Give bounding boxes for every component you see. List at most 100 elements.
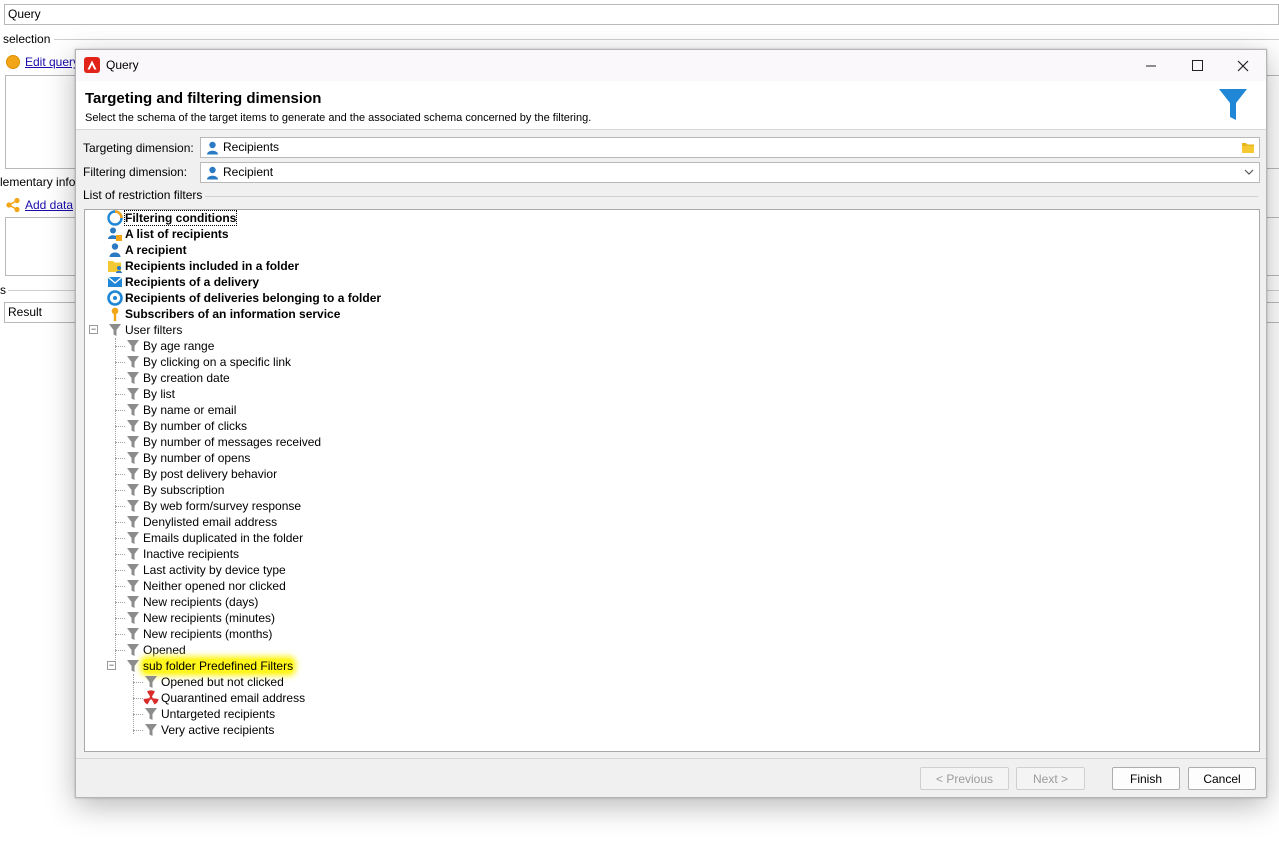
tree-item-user-filter[interactable]: By subscription: [125, 482, 224, 498]
filter-icon: [127, 484, 139, 496]
tree-connector: [115, 474, 125, 475]
tree-item-user-filter[interactable]: By name or email: [125, 402, 236, 418]
collapse-subfolder-toggle[interactable]: −: [107, 661, 116, 670]
finish-button[interactable]: Finish: [1112, 767, 1180, 790]
recipient-icon: [109, 243, 121, 257]
query-box-edge: [1266, 75, 1279, 169]
tree-item-delivery-recipients[interactable]: Recipients of a delivery: [107, 274, 259, 290]
adobe-campaign-icon: [84, 57, 100, 73]
close-icon: [1237, 60, 1249, 71]
filter-icon: [127, 644, 139, 656]
add-data-icon: [6, 197, 20, 213]
filter-icon: [127, 532, 139, 544]
tree-connector: [115, 410, 125, 411]
tree-item-user-filter[interactable]: By age range: [125, 338, 214, 354]
tree-item-service-subscribers[interactable]: Subscribers of an information service: [107, 306, 340, 322]
maximize-icon: [1191, 60, 1203, 71]
targeting-dimension-field[interactable]: Recipients: [200, 137, 1260, 158]
filter-icon: [127, 596, 139, 608]
next-button[interactable]: Next >: [1016, 767, 1085, 790]
cancel-button[interactable]: Cancel: [1188, 767, 1256, 790]
tree-item-user-filter[interactable]: New recipients (months): [125, 626, 272, 642]
minimize-button[interactable]: [1128, 50, 1174, 81]
tree-item-user-filter[interactable]: By web form/survey response: [125, 498, 301, 514]
tree-folder-predefined-filters[interactable]: sub folder Predefined Filters: [125, 658, 294, 674]
tree-item-recipients-folder[interactable]: Recipients included in a folder: [107, 258, 299, 274]
tree-item-user-filter[interactable]: By number of opens: [125, 450, 250, 466]
tree-item-very-active-recipients[interactable]: Very active recipients: [143, 722, 274, 738]
elementary-label: lementary info: [0, 175, 76, 189]
tree-connector: [115, 346, 125, 347]
tree-item-user-filter[interactable]: Last activity by device type: [125, 562, 286, 578]
query-dialog: Query Targeting and filtering dimension …: [75, 49, 1267, 798]
tree-connector: [133, 730, 143, 731]
tree-item-user-filter[interactable]: New recipients (days): [125, 594, 258, 610]
window-title: Query: [106, 58, 139, 72]
query-field[interactable]: Query: [4, 4, 1279, 25]
tree-connector: [133, 714, 143, 715]
tree-folder-user-filters[interactable]: User filters: [107, 322, 182, 338]
tree-item-user-filter[interactable]: New recipients (minutes): [125, 610, 275, 626]
filter-icon: [109, 324, 121, 336]
filtering-conditions-icon: [107, 210, 123, 226]
dialog-header: Targeting and filtering dimension Select…: [76, 81, 1266, 130]
tree-item-quarantined-email[interactable]: Quarantined email address: [143, 690, 305, 706]
data-box: [5, 217, 77, 276]
chevron-down-icon[interactable]: [1243, 166, 1255, 178]
filter-icon: [127, 548, 139, 560]
tree-item-opened-not-clicked[interactable]: Opened but not clicked: [143, 674, 284, 690]
filter-icon: [127, 372, 139, 384]
funnel-icon: [1219, 89, 1247, 120]
tree-connector: [133, 674, 134, 734]
filter-icon: [127, 500, 139, 512]
delivery-folder-icon: [107, 290, 123, 306]
folder-icon[interactable]: [1241, 141, 1255, 154]
tree-item-user-filter[interactable]: By number of clicks: [125, 418, 247, 434]
filter-icon: [127, 564, 139, 576]
tree-connector: [115, 442, 125, 443]
tree-item-recipients-list[interactable]: A list of recipients: [107, 226, 229, 242]
collapse-user-filters-toggle[interactable]: −: [89, 325, 98, 334]
tree-item-user-filter[interactable]: By post delivery behavior: [125, 466, 277, 482]
filtering-dimension-value: Recipient: [223, 165, 274, 179]
filter-icon: [127, 628, 139, 640]
selection-label: selection: [3, 32, 51, 46]
edit-query-link[interactable]: Edit query: [25, 55, 79, 69]
tree-connector: [133, 682, 143, 683]
filter-icon: [127, 388, 139, 400]
divider: [54, 39, 1279, 40]
filter-icon: [127, 516, 139, 528]
person-icon: [207, 141, 218, 155]
tree-item-user-filter[interactable]: By list: [125, 386, 175, 402]
targeting-dimension-label: Targeting dimension:: [83, 141, 194, 155]
tree-item-user-filter[interactable]: Neither opened nor clicked: [125, 578, 286, 594]
service-icon: [111, 307, 119, 321]
tree-item-user-filter[interactable]: By clicking on a specific link: [125, 354, 291, 370]
add-data-link[interactable]: Add data: [25, 198, 73, 212]
tree-item-user-filter[interactable]: Emails duplicated in the folder: [125, 530, 303, 546]
person-icon: [207, 166, 218, 180]
tree-item-user-filter[interactable]: Opened: [125, 642, 186, 658]
result-field-edge: [1266, 302, 1279, 323]
result-field[interactable]: Result: [4, 302, 76, 323]
tree-item-user-filter[interactable]: By number of messages received: [125, 434, 321, 450]
tree-item-delivery-folder-recipients[interactable]: Recipients of deliveries belonging to a …: [107, 290, 381, 306]
previous-button[interactable]: < Previous: [920, 767, 1009, 790]
maximize-button[interactable]: [1174, 50, 1220, 81]
folder-recipients-icon: [108, 261, 122, 273]
tree-item-untargeted-recipients[interactable]: Untargeted recipients: [143, 706, 275, 722]
tree-item-user-filter[interactable]: Inactive recipients: [125, 546, 239, 562]
tree-item-user-filter[interactable]: By creation date: [125, 370, 230, 386]
tree-item-a-recipient[interactable]: A recipient: [107, 242, 187, 258]
tree-item-filtering-conditions[interactable]: Filtering conditions: [107, 210, 238, 226]
minimize-icon: [1146, 65, 1156, 66]
close-button[interactable]: [1220, 50, 1266, 81]
filter-icon: [145, 708, 157, 720]
tree-connector: [115, 506, 125, 507]
tree-connector: [115, 394, 125, 395]
tree-item-user-filter[interactable]: Denylisted email address: [125, 514, 277, 530]
filtering-dimension-select[interactable]: Recipient: [200, 162, 1260, 183]
tree-connector: [115, 458, 125, 459]
tree-connector: [115, 586, 125, 587]
filter-icon: [127, 468, 139, 480]
